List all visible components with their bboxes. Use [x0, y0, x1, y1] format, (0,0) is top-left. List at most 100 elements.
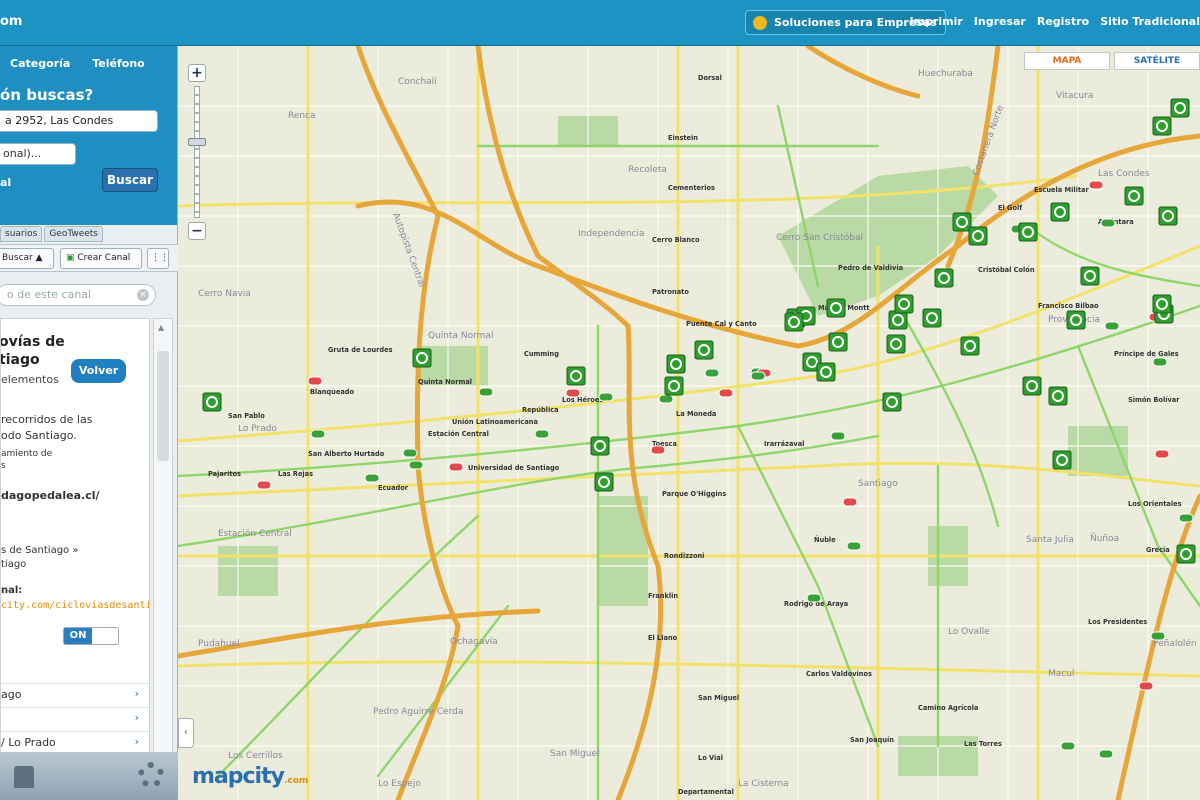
metro-station-icon[interactable]	[478, 387, 494, 397]
metro-station-icon[interactable]	[1150, 631, 1166, 641]
metro-station-icon[interactable]	[718, 388, 734, 398]
metro-station-icon[interactable]	[1178, 513, 1194, 523]
bike-lane-marker-icon[interactable]	[1170, 98, 1190, 118]
pin-icon[interactable]	[14, 766, 34, 788]
metro-station-icon[interactable]	[1138, 681, 1154, 691]
search-button[interactable]: Buscar	[102, 168, 158, 192]
metro-station-icon[interactable]	[846, 541, 862, 551]
bike-lane-marker-icon[interactable]	[828, 332, 848, 352]
metro-station-icon[interactable]	[806, 593, 822, 603]
bike-lane-marker-icon[interactable]	[594, 472, 614, 492]
clear-filter-icon[interactable]: ×	[137, 289, 149, 301]
metro-station-icon[interactable]	[364, 473, 380, 483]
tab-geotweets[interactable]: GeoTweets	[44, 226, 103, 242]
metro-station-icon[interactable]	[408, 460, 424, 470]
zoom-slider[interactable]	[194, 86, 200, 218]
bike-lane-marker-icon[interactable]	[1052, 450, 1072, 470]
metro-station-icon[interactable]	[1100, 218, 1116, 228]
bike-lane-marker-icon[interactable]	[934, 268, 954, 288]
metro-station-icon[interactable]	[256, 480, 272, 490]
bike-lane-marker-icon[interactable]	[1152, 116, 1172, 136]
register-link[interactable]: Registro	[1037, 15, 1089, 28]
zoom-out-button[interactable]: −	[188, 222, 206, 240]
bike-lane-marker-icon[interactable]	[1048, 386, 1068, 406]
scrollbar-thumb[interactable]	[157, 351, 169, 461]
metro-station-icon[interactable]	[598, 392, 614, 402]
channel-category-line2[interactable]: tiago	[1, 559, 26, 570]
metro-station-icon[interactable]	[1152, 357, 1168, 367]
channel-visibility-toggle[interactable]: ON	[63, 627, 119, 645]
tab-phone[interactable]: Teléfono	[92, 57, 144, 70]
bike-lane-marker-icon[interactable]	[664, 376, 684, 396]
advanced-search-link[interactable]: al	[0, 176, 11, 189]
metro-station-icon[interactable]	[1088, 180, 1104, 190]
site-logo[interactable]: om	[0, 14, 22, 29]
collapse-sidebar-button[interactable]: ‹	[178, 718, 194, 748]
city-input[interactable]: onal)...	[0, 143, 76, 165]
metro-station-icon[interactable]	[830, 431, 846, 441]
bike-lane-marker-icon[interactable]	[1050, 202, 1070, 222]
metro-station-icon[interactable]	[448, 462, 464, 472]
address-input[interactable]: a 2952, Las Condes	[0, 110, 158, 132]
bike-lane-marker-icon[interactable]	[1066, 310, 1086, 330]
map-type-map-button[interactable]: MAPA	[1024, 52, 1110, 70]
bike-lane-marker-icon[interactable]	[1152, 294, 1172, 314]
bike-lane-marker-icon[interactable]	[894, 294, 914, 314]
metro-station-icon[interactable]	[750, 371, 766, 381]
metro-station-icon[interactable]	[534, 429, 550, 439]
bike-lane-marker-icon[interactable]	[202, 392, 222, 412]
channel-category-line1[interactable]: s de Santiago »	[1, 545, 78, 556]
channel-search-dropdown[interactable]: Buscar ▲	[0, 248, 54, 269]
metro-station-icon[interactable]	[1104, 321, 1120, 331]
login-link[interactable]: Ingresar	[974, 15, 1026, 28]
bike-lane-marker-icon[interactable]	[968, 226, 988, 246]
classic-site-link[interactable]: Sitio Tradicional	[1100, 15, 1200, 28]
bike-lane-marker-icon[interactable]	[952, 212, 972, 232]
bike-lane-marker-icon[interactable]	[784, 312, 804, 332]
metro-station-icon[interactable]	[565, 388, 581, 398]
channel-url-value[interactable]: city.com/cicloviasdesantia	[1, 600, 149, 611]
bike-lane-marker-icon[interactable]	[1022, 376, 1042, 396]
print-link[interactable]: Imprimir	[909, 15, 962, 28]
bike-lane-marker-icon[interactable]	[590, 436, 610, 456]
back-button[interactable]: Volver	[71, 359, 126, 383]
bike-lane-marker-icon[interactable]	[1158, 206, 1178, 226]
channel-list-item[interactable]: ›	[1, 707, 149, 729]
bike-lane-marker-icon[interactable]	[1124, 186, 1144, 206]
metro-station-icon[interactable]	[307, 376, 323, 386]
tab-users[interactable]: suarios	[0, 226, 43, 242]
bike-lane-marker-icon[interactable]	[826, 298, 846, 318]
panel-scrollbar[interactable]: ▲	[153, 318, 173, 788]
map-type-satellite-button[interactable]: SATÉLITE	[1114, 52, 1200, 70]
metro-station-icon[interactable]	[1154, 449, 1170, 459]
bike-lane-marker-icon[interactable]	[1080, 266, 1100, 286]
metro-station-icon[interactable]	[658, 394, 674, 404]
metro-station-icon[interactable]	[842, 497, 858, 507]
metro-station-icon[interactable]	[704, 368, 720, 378]
bike-lane-marker-icon[interactable]	[960, 336, 980, 356]
scroll-up-icon[interactable]: ▲	[158, 323, 164, 332]
metro-station-icon[interactable]	[402, 448, 418, 458]
map-canvas[interactable]: Renca Conchalí Huechuraba Recoleta Cerro…	[178, 46, 1200, 800]
zoom-in-button[interactable]: +	[188, 64, 206, 82]
create-channel-button[interactable]: ▣ Crear Canal	[60, 248, 142, 269]
metro-station-icon[interactable]	[650, 445, 666, 455]
channel-site-link[interactable]: dagopedalea.cl/	[1, 489, 100, 502]
channel-list-item[interactable]: / Lo Prado ›	[1, 731, 149, 753]
bike-lane-marker-icon[interactable]	[886, 334, 906, 354]
bike-lane-marker-icon[interactable]	[1176, 544, 1196, 564]
bike-lane-marker-icon[interactable]	[888, 310, 908, 330]
bike-lane-marker-icon[interactable]	[882, 392, 902, 412]
bike-lane-marker-icon[interactable]	[566, 366, 586, 386]
bike-lane-marker-icon[interactable]	[694, 340, 714, 360]
bike-lane-marker-icon[interactable]	[412, 348, 432, 368]
channel-list-item[interactable]: ago ›	[1, 683, 149, 705]
zoom-slider-handle[interactable]	[188, 138, 206, 146]
layout-toggle-button[interactable]: ⋮⋮	[147, 248, 169, 269]
channel-filter-input[interactable]: o de este canal ×	[0, 284, 156, 306]
metro-station-icon[interactable]	[310, 429, 326, 439]
bike-lane-marker-icon[interactable]	[922, 308, 942, 328]
metro-station-icon[interactable]	[1060, 741, 1076, 751]
tab-category[interactable]: Categoría	[10, 57, 70, 70]
bike-lane-marker-icon[interactable]	[816, 362, 836, 382]
